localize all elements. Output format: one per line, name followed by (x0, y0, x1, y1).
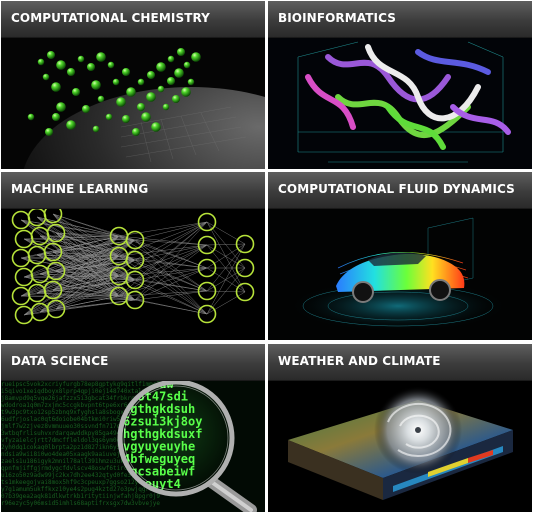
atom-sphere (181, 87, 191, 97)
atom-sphere (42, 73, 50, 81)
atom-sphere (174, 68, 184, 78)
atom-sphere (47, 51, 55, 59)
atom-sphere (137, 103, 145, 111)
atom-sphere (97, 95, 105, 103)
tile-header: COMPUTATIONAL CHEMISTRY (1, 1, 265, 38)
atom-sphere (56, 60, 66, 70)
atom-sphere (27, 113, 35, 121)
tile-computational-fluid-dynamics[interactable]: COMPUTATIONAL FLUID DYNAMICS (268, 172, 532, 340)
atom-sphere (172, 95, 180, 103)
atom-sphere (151, 122, 161, 132)
car-airflow-image (268, 208, 532, 340)
atom-sphere (92, 125, 100, 133)
atom-sphere (191, 52, 201, 62)
tile-header: COMPUTATIONAL FLUID DYNAMICS (268, 172, 532, 209)
neural-network-image (1, 208, 265, 340)
atom-sphere (147, 71, 155, 79)
atom-sphere (116, 97, 126, 107)
atom-sphere (126, 87, 136, 97)
atom-sphere (157, 85, 165, 93)
atom-sphere (77, 55, 85, 63)
atom-sphere (137, 78, 145, 86)
tile-machine-learning[interactable]: MACHINE LEARNING (1, 172, 265, 340)
molecule-cluster-image (1, 37, 265, 169)
atom-sphere (72, 88, 80, 96)
atom-sphere (91, 80, 101, 90)
tile-header: BIOINFORMATICS (268, 1, 532, 38)
atom-sphere (146, 92, 156, 102)
svg-text:07b39gea2aqk81dlkwtrkb1ritytii: 07b39gea2aqk81dlkwtrkb1ritytiinjwfahj8pg… (1, 493, 160, 500)
atom-sphere (187, 78, 195, 86)
svg-text:i5qivo1xeiqdboyx8lprp4qpji0ej1: i5qivo1xeiqdboyx8lprp4qpji0ej148740xtalm… (1, 388, 160, 395)
tile-title: MACHINE LEARNING (11, 182, 149, 196)
atom-sphere (167, 55, 175, 63)
tile-title: DATA SCIENCE (11, 354, 109, 368)
atom-sphere (112, 78, 120, 86)
atom-sphere (66, 120, 76, 130)
atom-sphere (45, 128, 53, 136)
protein-structure-image (268, 37, 532, 169)
atom-sphere (122, 68, 130, 76)
tile-header: WEATHER AND CLIMATE (268, 344, 532, 381)
atom-sphere (132, 128, 140, 136)
atom-sphere (105, 113, 113, 121)
atom-sphere (183, 61, 191, 69)
tile-bioinformatics[interactable]: BIOINFORMATICS (268, 1, 532, 169)
atom-sphere (156, 62, 166, 72)
tile-title: COMPUTATIONAL FLUID DYNAMICS (278, 182, 515, 196)
atom-sphere (107, 61, 115, 69)
svg-text:r96ezyc5y06msid5imhls68aptifrx: r96ezyc5y06msid5imhls68aptifrxsgx7dw3vbv… (1, 500, 160, 507)
atom-sphere (82, 105, 90, 113)
svg-text:y7g1amum5ukffkxz10ye4s2pug4kzt: y7g1amum5ukffkxz10ye4s2pug4kztd27o3pwjqg… (1, 486, 160, 493)
tile-header: MACHINE LEARNING (1, 172, 265, 209)
tile-title: WEATHER AND CLIMATE (278, 354, 441, 368)
hurricane-terrain-image (268, 380, 532, 512)
atom-sphere (56, 102, 66, 112)
atom-sphere (141, 112, 151, 122)
atom-sphere (87, 63, 95, 71)
atom-sphere (167, 77, 175, 85)
tile-data-science[interactable]: DATA SCIENCE rueipsc5vok2xcriyfurgb78ep8… (1, 344, 265, 512)
tile-header: DATA SCIENCE (1, 344, 265, 381)
tile-title: COMPUTATIONAL CHEMISTRY (11, 11, 210, 25)
atom-sphere (51, 82, 61, 92)
svg-text:rueipsc5vok2xcriyfurgb78ep8gpt: rueipsc5vok2xcriyfurgb78ep8gptykg9qitlf1… (1, 381, 160, 388)
atom-sphere (177, 48, 185, 56)
atom-sphere (52, 113, 60, 121)
tile-title: BIOINFORMATICS (278, 11, 396, 25)
atom-sphere (162, 103, 170, 111)
atom-sphere (67, 68, 75, 76)
tile-weather-and-climate[interactable]: WEATHER AND CLIMATE (268, 344, 532, 512)
magnifier-code-image: rueipsc5vok2xcriyfurgb78ep8gptykg9qitlf1… (1, 380, 265, 512)
atom-sphere (37, 58, 45, 66)
tile-computational-chemistry[interactable]: COMPUTATIONAL CHEMISTRY (1, 1, 265, 169)
atom-sphere (122, 115, 130, 123)
atom-sphere (96, 52, 106, 62)
